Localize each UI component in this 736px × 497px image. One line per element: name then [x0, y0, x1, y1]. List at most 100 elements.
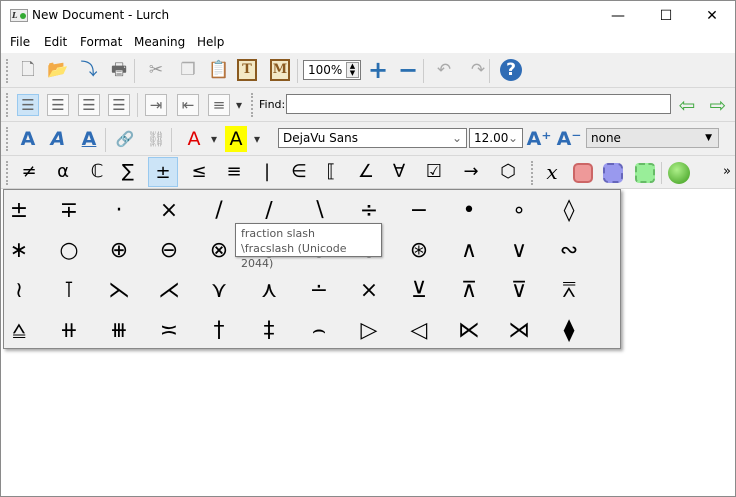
align-right-icon[interactable]: ☰	[78, 94, 100, 116]
palette-symbol[interactable]: †	[199, 312, 239, 350]
red-bubble-icon[interactable]	[573, 163, 593, 183]
palette-symbol[interactable]: ⋌	[149, 272, 189, 310]
underline-text-icon[interactable]: A	[76, 126, 102, 152]
palette-symbol[interactable]: ⧫	[549, 312, 589, 350]
zoom-spinbox[interactable]: 100% ▲ ▼	[303, 60, 361, 80]
symbol-button[interactable]: ∠	[351, 157, 381, 187]
symbol-button[interactable]: ⬡	[493, 157, 523, 187]
palette-symbol[interactable]: ◊	[549, 192, 589, 230]
math-variable-icon[interactable]: x	[539, 159, 565, 185]
palette-symbol[interactable]: ⋉	[449, 312, 489, 350]
style-select[interactable]: none ▼	[586, 128, 719, 148]
spin-arrows-icon[interactable]: ▲ ▼	[346, 62, 359, 78]
green-bubble-icon[interactable]	[635, 163, 655, 183]
palette-symbol[interactable]: ⌢	[299, 312, 339, 350]
find-previous-button[interactable]: ⇦	[674, 92, 700, 118]
link-icon[interactable]: 🔗	[112, 126, 138, 152]
symbol-button[interactable]: α	[48, 157, 78, 187]
symbol-button[interactable]: ∈	[284, 157, 314, 187]
new-document-icon[interactable]: 🗋	[15, 57, 41, 83]
symbol-button[interactable]: ℂ	[82, 157, 112, 187]
green-ball-icon[interactable]	[668, 162, 690, 184]
palette-symbol[interactable]: ∘	[499, 192, 539, 230]
blue-bubble-icon[interactable]	[603, 163, 623, 183]
symbol-button[interactable]: ±	[148, 157, 178, 187]
numbered-list-icon[interactable]: ≡	[208, 94, 230, 116]
palette-symbol[interactable]: ⧻	[99, 312, 139, 350]
list-dropdown-icon[interactable]: ▾	[231, 92, 247, 118]
bold-text-icon[interactable]: A	[15, 126, 41, 152]
italic-text-icon[interactable]: A	[45, 126, 71, 152]
palette-symbol[interactable]: ⩞	[549, 272, 589, 310]
indent-icon[interactable]: ⇥	[145, 94, 167, 116]
palette-symbol[interactable]: ⧺	[49, 312, 89, 350]
palette-symbol[interactable]: ⊻	[399, 272, 439, 310]
palette-symbol[interactable]: ⊛	[399, 232, 439, 270]
more-icon[interactable]: »	[719, 159, 735, 185]
palette-symbol[interactable]: ∧	[449, 232, 489, 270]
menu-file[interactable]: File	[10, 35, 30, 49]
increase-font-icon[interactable]: A⁺	[526, 126, 552, 152]
justify-icon[interactable]: ☰	[108, 94, 130, 116]
palette-symbol[interactable]: ∨	[499, 232, 539, 270]
highlight-dropdown-icon[interactable]: ▾	[250, 126, 264, 152]
palette-symbol[interactable]: ⩠	[0, 312, 39, 350]
palette-symbol[interactable]: ⋏	[249, 272, 289, 310]
symbol-button[interactable]: ≤	[184, 157, 214, 187]
palette-symbol[interactable]: ○	[49, 232, 89, 270]
text-color-dropdown-icon[interactable]: ▾	[207, 126, 221, 152]
unlink-icon[interactable]: ⛓	[143, 126, 169, 152]
cut-icon[interactable]: ✂	[143, 57, 169, 83]
palette-symbol[interactable]: ∾	[549, 232, 589, 270]
menu-edit[interactable]: Edit	[44, 35, 67, 49]
palette-symbol[interactable]: ◁	[399, 312, 439, 350]
palette-symbol[interactable]: ▷	[349, 312, 389, 350]
redo-icon[interactable]: ↷	[465, 57, 491, 83]
menu-help[interactable]: Help	[197, 35, 224, 49]
palette-symbol[interactable]: ≍	[149, 312, 189, 350]
align-left-icon[interactable]: ☰	[17, 94, 39, 116]
palette-symbol[interactable]: •	[449, 192, 489, 230]
zoom-in-icon[interactable]: +	[365, 57, 391, 83]
palette-symbol[interactable]: /	[199, 192, 239, 230]
palette-symbol[interactable]: ·	[99, 192, 139, 230]
symbol-button[interactable]: ≠	[14, 157, 44, 187]
menu-meaning[interactable]: Meaning	[134, 35, 185, 49]
text-color-icon[interactable]: A	[181, 126, 207, 152]
palette-symbol[interactable]: −	[399, 192, 439, 230]
find-next-button[interactable]: ⇨	[705, 92, 731, 118]
paste-math-icon[interactable]: M	[270, 59, 290, 81]
close-button[interactable]: ✕	[689, 1, 735, 31]
symbol-button[interactable]: ☑	[419, 157, 449, 187]
palette-symbol[interactable]: ∓	[49, 192, 89, 230]
palette-symbol[interactable]: ≀	[0, 272, 39, 310]
zoom-out-icon[interactable]: −	[395, 57, 421, 83]
print-icon[interactable]: 🖶	[106, 57, 132, 83]
palette-symbol[interactable]: ⊗	[199, 232, 239, 270]
symbol-button[interactable]: ∑	[113, 157, 143, 187]
decrease-font-icon[interactable]: A⁻	[556, 126, 582, 152]
find-input[interactable]	[286, 94, 671, 114]
palette-symbol[interactable]: ⋎	[199, 272, 239, 310]
copy-icon[interactable]: ❐	[175, 57, 201, 83]
menu-format[interactable]: Format	[80, 35, 122, 49]
symbol-button[interactable]: |	[252, 157, 282, 187]
palette-symbol[interactable]: ⊺	[49, 272, 89, 310]
help-icon[interactable]: ?	[500, 59, 522, 81]
palette-symbol[interactable]: ⊽	[499, 272, 539, 310]
palette-symbol[interactable]: ⨯	[349, 272, 389, 310]
undo-icon[interactable]: ↶	[431, 57, 457, 83]
maximize-button[interactable]: ☐	[643, 1, 689, 31]
symbol-button[interactable]: →	[456, 157, 486, 187]
palette-symbol[interactable]: ∗	[0, 232, 39, 270]
palette-symbol[interactable]: ⊼	[449, 272, 489, 310]
paste-text-icon[interactable]: T	[237, 59, 257, 81]
save-icon[interactable]: ⤵	[76, 57, 102, 83]
align-center-icon[interactable]: ☰	[47, 94, 69, 116]
minimize-button[interactable]: —	[595, 1, 641, 31]
symbol-button[interactable]: ∀	[384, 157, 414, 187]
font-size-combobox[interactable]: 12.00 ⌄	[469, 128, 523, 148]
font-combobox[interactable]: DejaVu Sans ⌄	[278, 128, 467, 148]
palette-symbol[interactable]: ‡	[249, 312, 289, 350]
symbol-button[interactable]: ≡	[219, 157, 249, 187]
